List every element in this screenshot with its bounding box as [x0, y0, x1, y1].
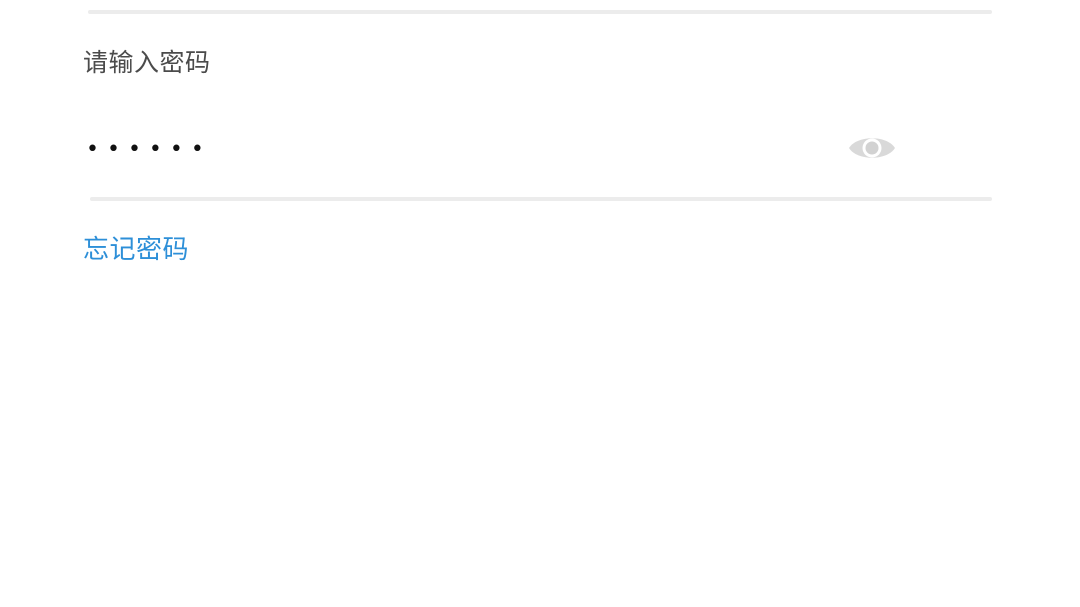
eye-icon	[849, 138, 895, 158]
forgot-password-link[interactable]: 忘记密码	[83, 231, 189, 269]
password-input[interactable]	[80, 122, 826, 176]
top-divider	[88, 10, 992, 14]
password-underline	[90, 197, 992, 201]
password-label: 请输入密码	[83, 48, 211, 77]
password-visibility-toggle[interactable]	[842, 126, 902, 170]
